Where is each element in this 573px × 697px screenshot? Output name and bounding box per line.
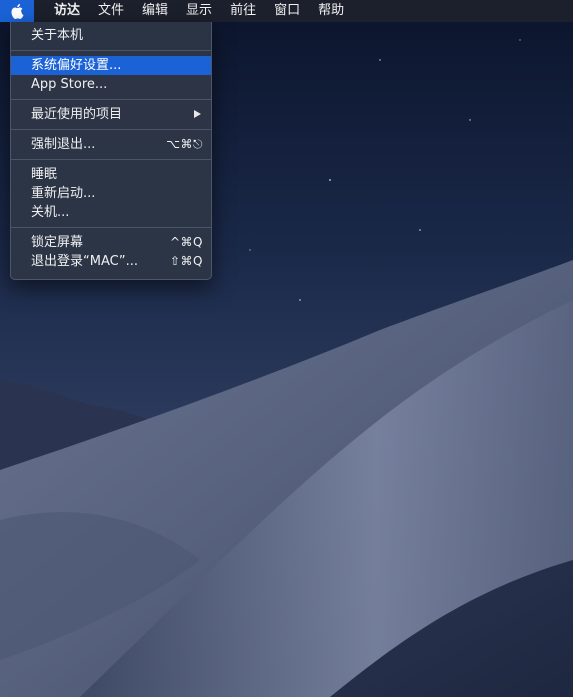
menubar-edit[interactable]: 编辑	[133, 0, 177, 22]
menu-separator	[11, 50, 211, 51]
menubar-help[interactable]: 帮助	[309, 0, 353, 22]
menubar-view[interactable]: 显示	[177, 0, 221, 22]
menu-item-label: 关机...	[31, 205, 70, 220]
menu-item-label: 关于本机	[31, 28, 84, 43]
menu-item-label: 重新启动...	[31, 186, 96, 201]
menu-item-label: 睡眠	[31, 167, 58, 182]
menu-separator	[11, 227, 211, 228]
menu-item-label: 退出登录“MAC”...	[31, 254, 139, 269]
menu-item-app-store[interactable]: App Store...	[11, 75, 211, 94]
menu-item-restart[interactable]: 重新启动...	[11, 184, 211, 203]
menu-separator	[11, 159, 211, 160]
menubar-finder[interactable]: 访达	[34, 0, 89, 22]
menu-separator	[11, 99, 211, 100]
menubar-go[interactable]: 前往	[221, 0, 265, 22]
menu-item-system-preferences[interactable]: 系统偏好设置...	[11, 56, 211, 75]
menu-item-label: 最近使用的项目	[31, 107, 123, 122]
menu-item-sleep[interactable]: 睡眠	[11, 165, 211, 184]
menu-item-label: 系统偏好设置...	[31, 58, 122, 73]
menu-item-lock-screen[interactable]: 锁定屏幕 ^⌘Q	[11, 233, 211, 252]
menu-item-force-quit[interactable]: 强制退出... ⌥⌘⎋	[11, 135, 211, 154]
force-quit-shortcut: ⌥⌘⎋	[166, 137, 203, 151]
menu-item-label: 强制退出...	[31, 137, 96, 152]
lock-screen-shortcut: ^⌘Q	[170, 235, 203, 249]
apple-menu-dropdown: 关于本机 系统偏好设置... App Store... 最近使用的项目 强制退出…	[10, 22, 212, 280]
menu-item-shutdown[interactable]: 关机...	[11, 203, 211, 222]
menu-item-recent-items[interactable]: 最近使用的项目	[11, 105, 211, 124]
menu-item-about[interactable]: 关于本机	[11, 26, 211, 45]
menubar-window[interactable]: 窗口	[265, 0, 309, 22]
menu-item-label: 锁定屏幕	[31, 235, 84, 250]
logout-shortcut: ⇧⌘Q	[170, 254, 203, 268]
menubar-file[interactable]: 文件	[89, 0, 133, 22]
submenu-arrow-icon	[194, 110, 201, 118]
desktop: 访达 文件 编辑 显示 前往 窗口 帮助 关于本机 系统偏好设置... App …	[0, 0, 573, 697]
menu-item-logout[interactable]: 退出登录“MAC”... ⇧⌘Q	[11, 252, 211, 271]
menu-item-label: App Store...	[31, 77, 108, 92]
apple-logo-icon	[10, 3, 23, 19]
menubar: 访达 文件 编辑 显示 前往 窗口 帮助	[0, 0, 573, 22]
apple-menu-button[interactable]	[0, 0, 34, 22]
menu-separator	[11, 129, 211, 130]
